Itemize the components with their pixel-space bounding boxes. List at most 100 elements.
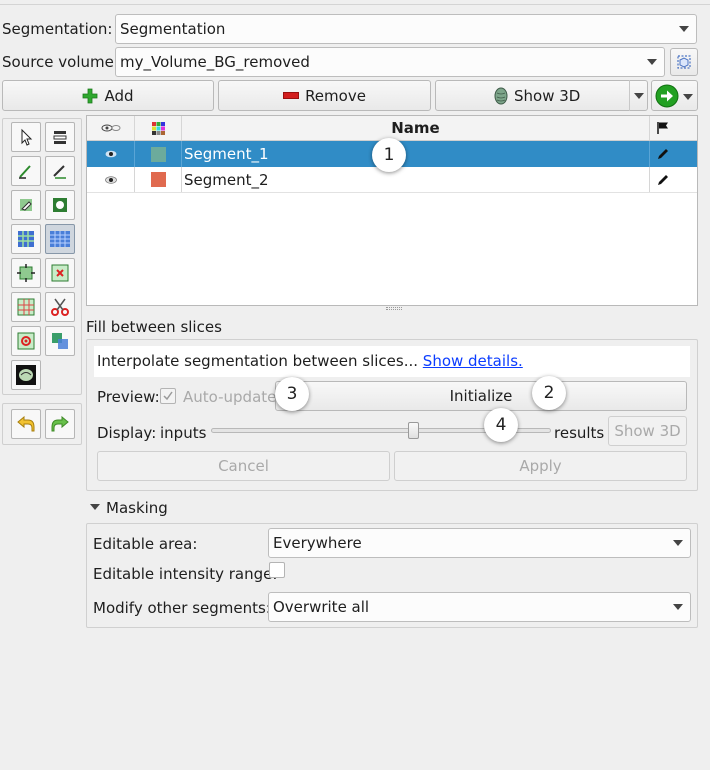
color-swatch [150,146,166,162]
add-label: Add [104,86,134,105]
redo-icon [51,415,69,432]
auto-update-checkbox[interactable] [160,388,176,404]
modify-segments-label: Modify other segments: [93,599,271,617]
initialize-button[interactable]: Initialize [275,381,687,411]
color-column-header[interactable] [135,116,181,140]
tool-fill-between-slices[interactable] [45,224,75,254]
name-column-header[interactable]: Name [182,116,649,140]
tool-smoothing[interactable] [11,292,41,322]
segmentation-select[interactable]: Segmentation [115,14,697,44]
cube-icon [677,55,691,69]
inputs-label: inputs [160,424,207,442]
paint-icon [19,165,31,179]
volume-options-button[interactable] [670,48,698,76]
edit-status[interactable] [650,141,697,167]
effect-title: Fill between slices [86,318,222,336]
intensity-range-checkbox[interactable] [269,562,285,578]
arrow-right-icon [655,84,679,107]
effect-options: Interpolate segmentation between slices.… [86,339,698,491]
splitter-handle[interactable] [386,307,402,310]
tool-scissors[interactable] [45,292,75,322]
effect-help-box: Interpolate segmentation between slices.… [94,346,690,377]
cancel-label: Cancel [218,457,269,475]
initialize-label: Initialize [449,387,513,405]
add-segment-button[interactable]: Add [2,80,214,111]
masking-title[interactable]: Masking [106,499,168,517]
fill-between-slices-icon [50,231,70,247]
status-column-header[interactable] [650,116,697,140]
preview-label: Preview: [97,388,160,406]
chevron-down-icon [647,59,657,65]
redo-button[interactable] [45,409,75,439]
callout-1: 1 [372,138,406,172]
tool-mask-volume[interactable] [11,360,41,390]
tool-margin[interactable] [11,258,41,288]
show3d-dropdown[interactable] [629,80,648,111]
tool-level-tracing[interactable] [45,190,75,220]
threshold-icon [53,131,67,144]
visibility-toggle[interactable] [89,167,133,192]
segmentation-value: Segmentation [120,20,226,38]
callout-4: 4 [484,408,518,442]
intensity-range-label: Editable intensity range: [93,565,278,583]
plus-icon [83,88,98,103]
segment-name[interactable]: Segment_2 [184,167,644,192]
edit-status[interactable] [650,167,697,192]
cancel-button[interactable]: Cancel [97,451,390,481]
apply-button[interactable]: Apply [394,451,687,481]
modify-segments-select[interactable]: Overwrite all [268,592,691,622]
tool-threshold[interactable] [45,122,75,152]
modify-segments-value: Overwrite all [273,598,370,616]
effect-description: Interpolate segmentation between slices.… [97,352,419,370]
color-grid-icon [151,121,165,135]
apply-label: Apply [519,457,562,475]
segment-3d-icon [494,87,508,104]
segmentation-label: Segmentation: [2,20,113,38]
visibility-column-header[interactable] [89,116,133,140]
editable-area-label: Editable area: [93,535,198,553]
undo-button[interactable] [11,409,41,439]
collapse-arrow-icon[interactable] [90,504,100,510]
tool-logical-operators[interactable] [45,326,75,356]
color-swatch [150,172,166,187]
chevron-down-icon [673,604,683,610]
show3d-preview-label: Show 3D [614,422,681,440]
editable-area-select[interactable]: Everywhere [268,528,691,558]
flag-icon [657,122,668,134]
segment-actions-button[interactable] [651,80,698,111]
show3d-preview-button[interactable]: Show 3D [608,416,687,446]
grow-seeds-icon [18,231,34,247]
tool-hollow[interactable] [45,258,75,288]
masking-section: Editable area: Everywhere Editable inten… [86,523,698,628]
pencil-icon [658,174,668,185]
tool-paint[interactable] [11,156,41,186]
top-divider [0,4,710,5]
show3d-button[interactable]: Show 3D [435,80,648,111]
source-volume-select[interactable]: my_Volume_BG_removed [115,47,665,77]
table-header: Name [87,116,697,141]
logical-operators-icon [52,333,68,349]
segment-name[interactable]: Segment_1 [184,141,644,167]
tool-islands[interactable] [11,326,41,356]
chevron-down-icon [683,94,693,100]
tool-none[interactable] [11,122,41,152]
tool-erase[interactable] [11,190,41,220]
tool-draw[interactable] [45,156,75,186]
chevron-down-icon [634,93,644,99]
eye-icon [101,124,121,132]
erase-icon [20,199,32,211]
smoothing-icon [17,298,35,316]
display-label: Display: [97,424,157,442]
source-volume-label: Source volume: [2,53,119,71]
results-label: results [554,424,605,442]
auto-update-label: Auto-update [183,388,277,406]
segment-color-swatch[interactable] [135,141,181,167]
visibility-toggle[interactable] [89,141,133,167]
remove-segment-button[interactable]: Remove [218,80,431,111]
slider-handle[interactable] [408,422,419,439]
segment-color-swatch[interactable] [135,167,181,192]
undo-redo-panel [2,403,82,445]
tool-grow-from-seeds[interactable] [11,224,41,254]
show-details-link[interactable]: Show details. [423,352,523,370]
editable-area-value: Everywhere [273,534,362,552]
